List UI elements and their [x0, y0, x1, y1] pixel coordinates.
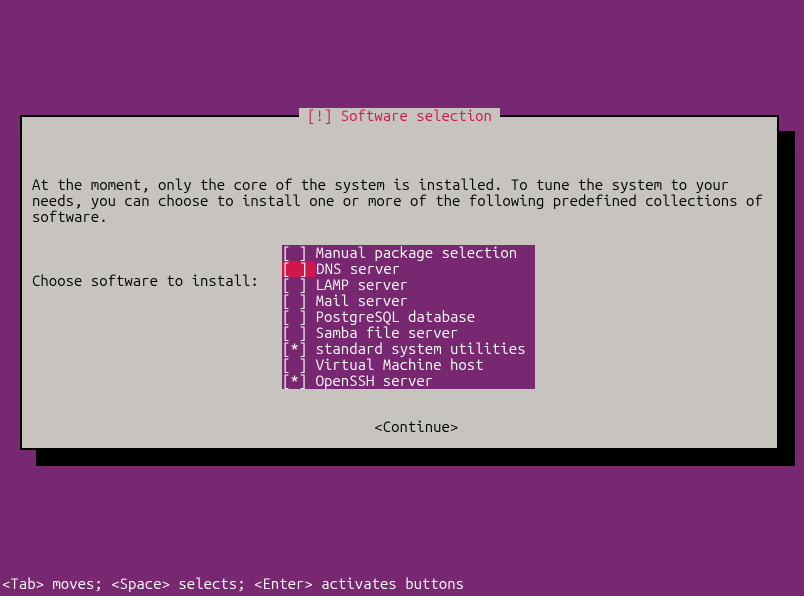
checkbox[interactable]: [] [282, 261, 316, 277]
software-option[interactable]: [ ] PostgreSQL database [282, 309, 535, 325]
option-label: PostgreSQL database [316, 309, 534, 325]
checkbox[interactable]: [ ] [282, 309, 316, 325]
software-option[interactable]: [ ] Samba file server [282, 325, 535, 341]
checkbox[interactable]: [ ] [282, 325, 316, 341]
option-label: LAMP server [316, 277, 534, 293]
software-selection-dialog: [!] Software selection At the moment, on… [20, 115, 779, 450]
checkbox[interactable]: [ ] [282, 277, 316, 293]
option-label: standard system utilities [316, 341, 534, 357]
checkbox[interactable]: [*] [282, 341, 316, 357]
software-option[interactable]: [ ] Virtual Machine host [282, 357, 535, 373]
option-label: Manual package selection [316, 245, 534, 261]
software-option[interactable]: [*] OpenSSH server [282, 373, 535, 389]
checkbox[interactable]: [ ] [282, 293, 316, 309]
checkbox[interactable]: [ ] [282, 245, 316, 261]
checkbox[interactable]: [*] [282, 373, 316, 389]
software-option[interactable]: [ ] Manual package selection [282, 245, 535, 261]
footer-hint: <Tab> moves; <Space> selects; <Enter> ac… [0, 576, 804, 592]
option-label: Mail server [316, 293, 534, 309]
intro-text: At the moment, only the core of the syst… [32, 177, 767, 225]
dialog-title: [!] Software selection [299, 108, 500, 124]
software-option[interactable]: [] DNS server [282, 261, 535, 277]
checkbox[interactable]: [ ] [282, 357, 316, 373]
option-label: OpenSSH server [316, 373, 534, 389]
option-label: DNS server [316, 261, 534, 277]
option-label: Virtual Machine host [316, 357, 534, 373]
software-option[interactable]: [ ] LAMP server [282, 277, 535, 293]
software-list: [ ] Manual package selection [] DNS serv… [282, 245, 535, 389]
continue-button[interactable]: <Continue> [22, 403, 777, 451]
software-option[interactable]: [ ] Mail server [282, 293, 535, 309]
option-label: Samba file server [316, 325, 534, 341]
software-option[interactable]: [*] standard system utilities [282, 341, 535, 357]
